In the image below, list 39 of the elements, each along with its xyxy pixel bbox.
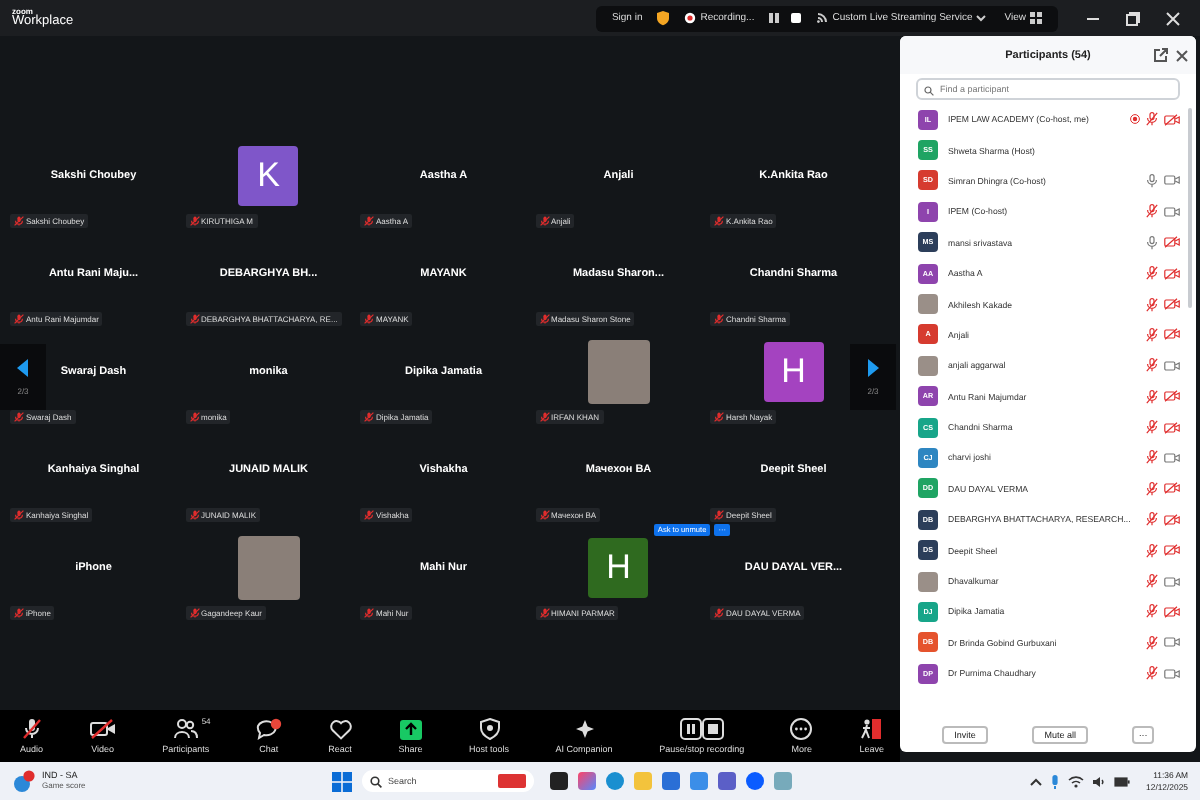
right-arrow-icon <box>866 358 880 378</box>
heart-icon <box>329 719 352 739</box>
wifi-icon[interactable] <box>1068 775 1085 787</box>
chevron-down-icon <box>976 14 987 22</box>
photo-placeholder <box>237 535 300 599</box>
more-icon <box>790 718 813 740</box>
search-icon <box>924 86 934 96</box>
record-dot-icon <box>684 12 697 24</box>
battery-icon[interactable] <box>1114 775 1131 787</box>
share-icon <box>399 719 422 739</box>
restore-icon[interactable] <box>1126 11 1140 25</box>
shield-icon <box>479 718 499 740</box>
grid-icon <box>1030 12 1042 24</box>
search-icon <box>370 775 382 787</box>
avatar-tile: H <box>588 537 649 597</box>
photo-placeholder <box>918 571 938 592</box>
broadcast-icon <box>816 12 829 24</box>
left-arrow-icon <box>16 358 30 378</box>
pop-out-icon[interactable] <box>1154 48 1168 62</box>
muted-mic-icon <box>21 718 42 740</box>
photo-placeholder <box>918 355 938 376</box>
video-off-icon <box>89 718 116 740</box>
pause-icon[interactable] <box>768 12 781 24</box>
stop-icon[interactable] <box>790 12 803 24</box>
avatar-tile: H <box>763 341 824 401</box>
people-icon <box>173 718 198 740</box>
leave-icon <box>860 718 883 740</box>
windows-start-icon[interactable] <box>332 771 352 791</box>
photo-placeholder <box>918 294 938 315</box>
speaker-icon[interactable] <box>1092 775 1107 787</box>
chevron-up-icon[interactable] <box>1030 777 1043 785</box>
avatar-tile: K <box>238 145 299 205</box>
weather-widget-icon[interactable] <box>12 769 36 793</box>
pause-stop-icon <box>679 718 724 740</box>
shield-icon <box>656 10 671 26</box>
sparkle-icon <box>573 718 596 740</box>
photo-placeholder <box>587 339 650 403</box>
close-icon[interactable] <box>1176 49 1188 61</box>
chat-bubble-icon <box>255 718 282 740</box>
